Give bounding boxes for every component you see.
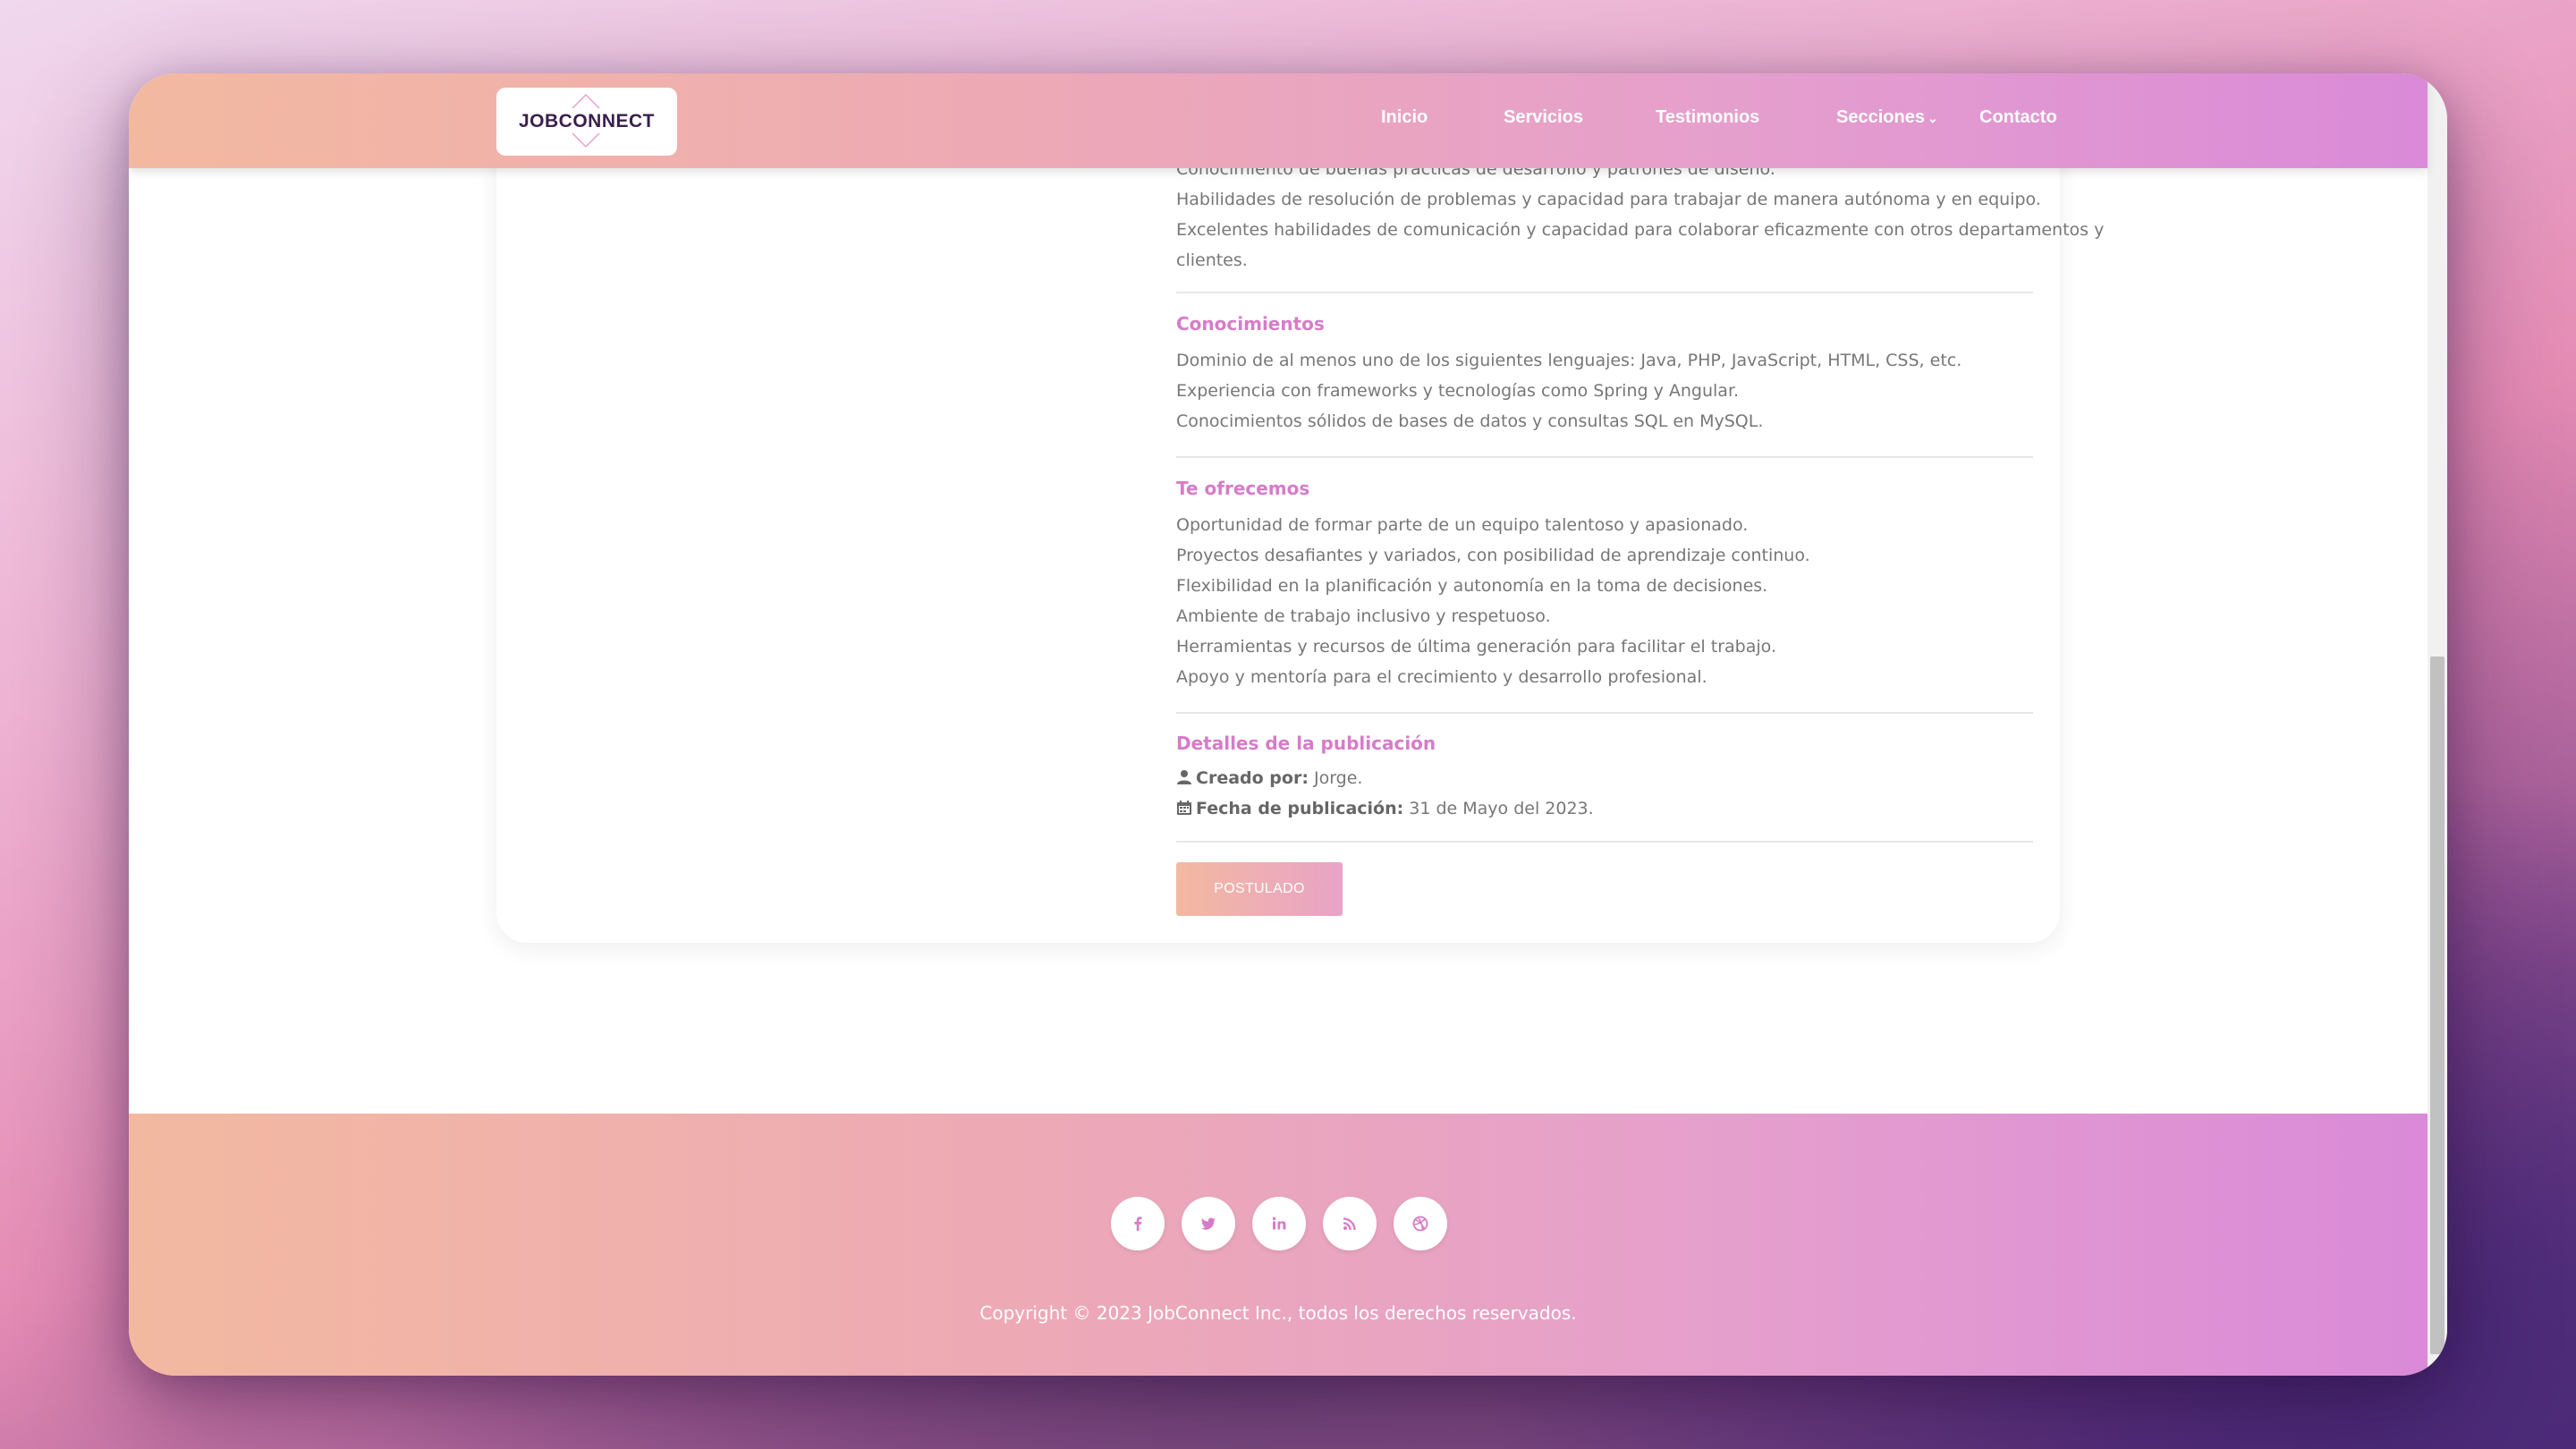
knowledge-item: Dominio de al menos uno de los siguiente… — [1176, 351, 1962, 370]
nav-secciones[interactable]: Secciones ⌄ — [1836, 107, 1938, 128]
calendar-icon — [1177, 801, 1191, 815]
nav-testimonios[interactable]: Testimonios — [1656, 107, 1759, 128]
divider — [1176, 841, 2033, 843]
top-navbar: JOBCONNECT Inicio Servicios Testimonios … — [129, 73, 2428, 168]
knowledge-heading: Conocimientos — [1176, 313, 1325, 335]
scrollbar-track[interactable] — [2428, 73, 2447, 1376]
nav-servicios[interactable]: Servicios — [1504, 107, 1583, 128]
dribbble-icon[interactable] — [1394, 1197, 1447, 1250]
offer-item: Ambiente de trabajo inclusivo y respetuo… — [1176, 606, 1551, 626]
offer-item: Oportunidad de formar parte de un equipo… — [1176, 515, 1749, 535]
offer-item: Flexibilidad en la planificación y auton… — [1176, 576, 1768, 596]
knowledge-item: Conocimientos sólidos de bases de datos … — [1176, 411, 1764, 431]
logo-text: JOBCONNECT — [518, 111, 655, 131]
offer-heading: Te ofrecemos — [1176, 478, 1310, 499]
details-heading: Detalles de la publicación — [1176, 733, 1436, 754]
user-icon — [1177, 770, 1191, 784]
offer-item: Herramientas y recursos de última genera… — [1176, 637, 1776, 657]
facebook-icon[interactable] — [1111, 1197, 1165, 1250]
divider — [1176, 456, 2033, 458]
requirement-item: Habilidades de resolución de problemas y… — [1176, 190, 2041, 209]
requirement-item: Excelentes habilidades de comunicación y… — [1176, 220, 2105, 240]
publication-date-value: 31 de Mayo del 2023. — [1403, 799, 1594, 818]
browser-window: JOBCONNECT Inicio Servicios Testimonios … — [129, 73, 2447, 1376]
nav-secciones-label: Secciones — [1836, 107, 1925, 127]
created-by: Creado por: Jorge. — [1176, 768, 1362, 788]
twitter-icon[interactable] — [1182, 1197, 1235, 1250]
chevron-down-icon: ⌄ — [1927, 111, 1938, 125]
publication-date-label: Fecha de publicación: — [1196, 799, 1404, 818]
applied-button[interactable]: POSTULADO — [1176, 862, 1343, 916]
nav-contacto[interactable]: Contacto — [1979, 107, 2057, 128]
logo[interactable]: JOBCONNECT — [496, 88, 677, 156]
rss-icon[interactable] — [1323, 1197, 1377, 1250]
publication-date: Fecha de publicación: 31 de Mayo del 202… — [1176, 799, 1594, 818]
divider — [1176, 292, 2033, 293]
offer-item: Proyectos desafiantes y variados, con po… — [1176, 546, 1810, 565]
created-by-value: Jorge. — [1308, 768, 1363, 788]
knowledge-item: Experiencia con frameworks y tecnologías… — [1176, 381, 1740, 401]
linkedin-icon[interactable] — [1252, 1197, 1306, 1250]
offer-item: Apoyo y mentoría para el crecimiento y d… — [1176, 667, 1707, 687]
scrollbar-thumb[interactable] — [2430, 657, 2445, 1354]
nav-inicio[interactable]: Inicio — [1381, 107, 1428, 128]
created-by-label: Creado por: — [1196, 768, 1309, 788]
divider — [1176, 712, 2033, 714]
requirement-item: clientes. — [1176, 250, 1248, 270]
copyright-text: Copyright © 2023 JobConnect Inc., todos … — [979, 1302, 1577, 1324]
